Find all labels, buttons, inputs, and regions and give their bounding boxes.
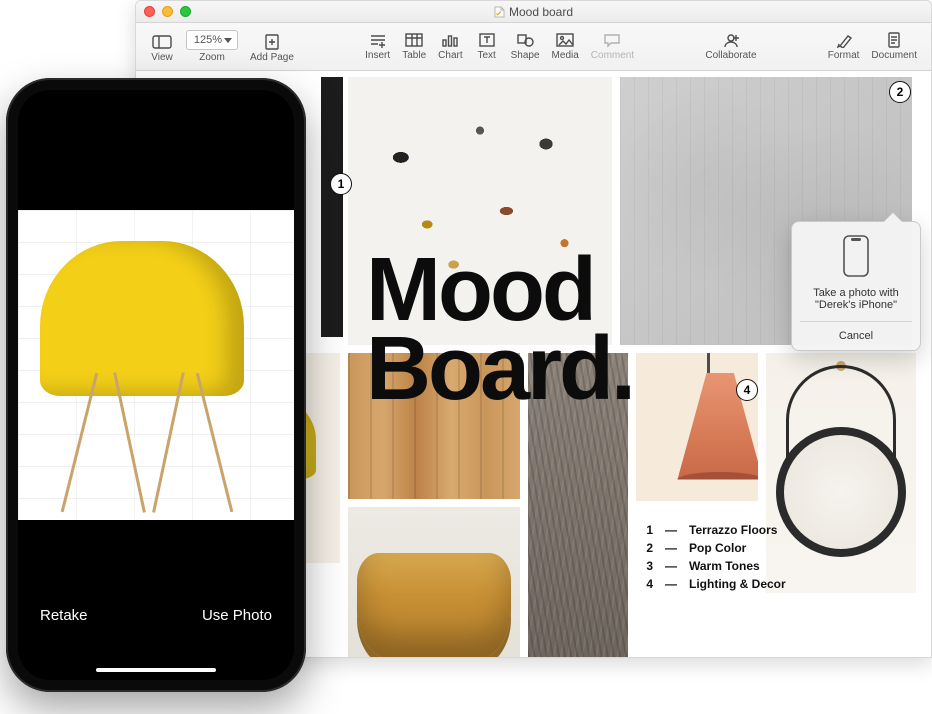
toolbar: View 125% Zoom Add Page Insert Table [136,23,931,71]
document-settings-icon [885,32,903,48]
window-titlebar[interactable]: Mood board [136,1,931,23]
use-photo-button[interactable]: Use Photo [202,607,272,624]
image-pendant-lamp[interactable] [636,353,758,501]
toolbar-media-button[interactable]: Media [546,32,585,61]
legend-item: 3 — Warm Tones [639,557,786,575]
toolbar-table-button[interactable]: Table [396,32,432,61]
iphone-outline-icon [842,234,870,278]
toolbar-format-button[interactable]: Format [822,32,866,61]
toolbar-comment-button[interactable]: Comment [585,32,640,61]
document-icon [494,6,505,18]
window-traffic-lights [144,6,191,17]
continuity-camera-popover: Take a photo with "Derek's iPhone" Cance… [791,221,921,351]
toolbar-collaborate-button[interactable]: Collaborate [699,32,762,61]
popover-text-line2: "Derek's iPhone" [800,299,912,311]
iphone-screen: Retake Use Photo [18,90,294,680]
window-title: Mood board [136,5,931,19]
legend-list[interactable]: 1 — Terrazzo Floors 2 — Pop Color 3 — Wa… [639,521,786,593]
toolbar-zoom-dropdown[interactable]: 125% Zoom [180,30,244,63]
toolbar-chart-button[interactable]: Chart [432,32,468,61]
text-icon [477,32,497,48]
image-black-brick[interactable] [321,77,343,337]
window-close-button[interactable] [144,6,155,17]
popover-cancel-button[interactable]: Cancel [800,321,912,350]
badge-1: 1 [330,173,352,195]
legend-item: 4 — Lighting & Decor [639,575,786,593]
toolbar-document-button[interactable]: Document [865,32,923,61]
format-icon [834,32,854,48]
popover-text-line1: Take a photo with [800,287,912,299]
add-page-icon [263,34,281,50]
insert-icon [368,32,388,48]
iphone-device: Retake Use Photo [6,78,306,692]
collaborate-icon [721,32,741,48]
camera-preview[interactable] [18,210,294,520]
toolbar-add-page-button[interactable]: Add Page [244,34,300,63]
iphone-notch [86,90,226,116]
toolbar-insert-button[interactable]: Insert [359,32,396,61]
badge-2: 2 [889,81,911,103]
media-icon [555,32,575,48]
toolbar-text-button[interactable]: Text [469,32,505,61]
home-indicator[interactable] [96,668,216,672]
document-heading[interactable]: Mood Board. [366,251,633,409]
view-icon [152,34,172,50]
image-round-mirror[interactable] [766,353,916,593]
retake-button[interactable]: Retake [40,607,88,624]
shape-icon [515,32,535,48]
legend-item: 1 — Terrazzo Floors [639,521,786,539]
window-maximize-button[interactable] [180,6,191,17]
image-couch[interactable] [348,507,520,658]
badge-4: 4 [736,379,758,401]
comment-icon [602,32,622,48]
window-minimize-button[interactable] [162,6,173,17]
legend-item: 2 — Pop Color [639,539,786,557]
toolbar-view-button[interactable]: View [144,34,180,63]
chart-icon [440,32,460,48]
camera-action-bar: Retake Use Photo [18,580,294,680]
toolbar-shape-button[interactable]: Shape [505,32,546,61]
heading-line-2: Board. [366,319,633,419]
table-icon [404,32,424,48]
zoom-value[interactable]: 125% [186,30,238,50]
